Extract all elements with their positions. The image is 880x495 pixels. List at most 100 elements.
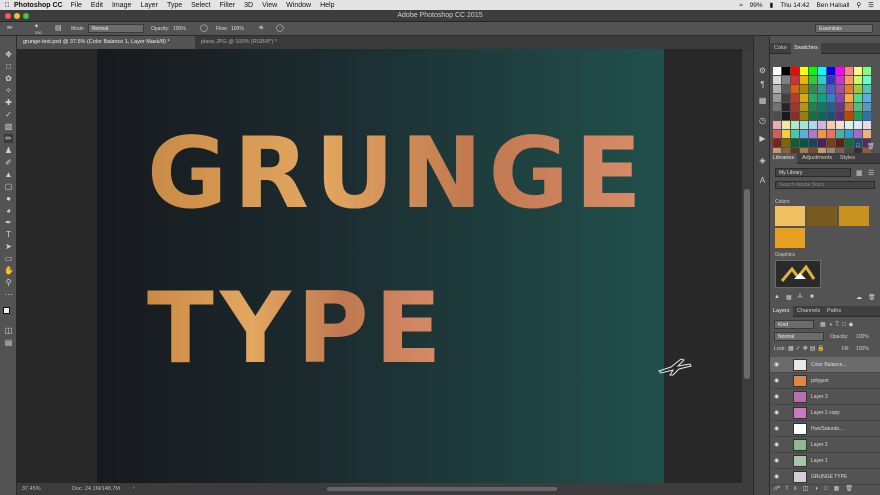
- marquee-tool-icon[interactable]: □: [4, 62, 13, 71]
- character-panel-icon[interactable]: A: [758, 176, 767, 185]
- list-view-icon[interactable]: ☰: [868, 169, 874, 177]
- swatch[interactable]: [800, 112, 808, 120]
- swatch[interactable]: [827, 139, 835, 147]
- swatch[interactable]: [773, 103, 781, 111]
- visibility-eye-icon[interactable]: ◉: [774, 441, 779, 448]
- layer-row[interactable]: ◉ GRUNGE TYPE: [770, 469, 880, 485]
- pen-tool-icon[interactable]: ✒: [4, 218, 13, 227]
- spotlight-icon[interactable]: ⚲: [856, 1, 861, 9]
- swatch[interactable]: [818, 76, 826, 84]
- menu-edit[interactable]: Edit: [91, 2, 103, 9]
- swatch[interactable]: [863, 85, 871, 93]
- swatch[interactable]: [836, 67, 844, 75]
- adjust-panel-icon[interactable]: ◈: [758, 156, 767, 165]
- menu-help[interactable]: Help: [320, 2, 334, 9]
- layers-footer-icons[interactable]: ☍fx◫◑□▦🗑: [774, 485, 859, 492]
- swatch[interactable]: [800, 67, 808, 75]
- swatch[interactable]: [818, 103, 826, 111]
- swatch[interactable]: [863, 67, 871, 75]
- swatch[interactable]: [845, 94, 853, 102]
- swatch[interactable]: [836, 139, 844, 147]
- tab-channels[interactable]: Channels: [797, 308, 820, 314]
- swatch[interactable]: [818, 130, 826, 138]
- menu-image[interactable]: Image: [112, 2, 131, 9]
- library-delete-icon[interactable]: 🗑: [868, 294, 876, 301]
- horizontal-scrollbar[interactable]: [327, 487, 557, 491]
- library-graphic[interactable]: [775, 260, 821, 288]
- layer-filter-icons[interactable]: ▦◑T□◆: [820, 321, 856, 328]
- clone-stamp-tool-icon[interactable]: ♟: [4, 146, 13, 155]
- swatch[interactable]: [845, 121, 853, 129]
- pressure-opacity-icon[interactable]: ◯: [200, 24, 208, 32]
- swatch[interactable]: [809, 76, 817, 84]
- swatch[interactable]: [863, 76, 871, 84]
- battery-icon[interactable]: ▮: [770, 1, 774, 9]
- swatch[interactable]: [854, 121, 862, 129]
- wifi-icon[interactable]: ≈: [739, 2, 743, 9]
- swatch[interactable]: [827, 130, 835, 138]
- swatch[interactable]: [863, 112, 871, 120]
- tab-color[interactable]: Color: [774, 45, 787, 51]
- swatch[interactable]: [809, 94, 817, 102]
- swatch[interactable]: [800, 76, 808, 84]
- visibility-eye-icon[interactable]: ◉: [774, 457, 779, 464]
- gradient-tool-icon[interactable]: ▢: [4, 182, 13, 191]
- brush-panel-icon[interactable]: ▤: [55, 24, 62, 32]
- brush-tool-icon[interactable]: ✏: [4, 134, 13, 143]
- properties-panel-icon[interactable]: ▦: [758, 96, 767, 105]
- quick-mask-icon[interactable]: ◫: [4, 326, 13, 335]
- foreground-color-swatch[interactable]: [3, 307, 10, 314]
- swatch[interactable]: [836, 85, 844, 93]
- swatch[interactable]: [800, 103, 808, 111]
- swatch[interactable]: [809, 85, 817, 93]
- canvas[interactable]: GRUNGE TYPE: [97, 49, 664, 483]
- visibility-eye-icon[interactable]: ◉: [774, 377, 779, 384]
- lasso-tool-icon[interactable]: ✿: [4, 74, 13, 83]
- menu-3d[interactable]: 3D: [244, 2, 253, 9]
- layer-row[interactable]: ◉ Layer 1: [770, 453, 880, 469]
- apple-icon[interactable]: : [0, 2, 14, 9]
- swatch[interactable]: [782, 76, 790, 84]
- swatch[interactable]: [827, 85, 835, 93]
- swatch[interactable]: [854, 130, 862, 138]
- path-select-tool-icon[interactable]: ➤: [4, 242, 13, 251]
- brush-tool-icon[interactable]: ✏: [7, 24, 13, 32]
- brush-preset-icon[interactable]: ✦: [34, 23, 39, 30]
- library-color-1[interactable]: [775, 206, 805, 226]
- swatch[interactable]: [845, 103, 853, 111]
- swatch[interactable]: [827, 94, 835, 102]
- layer-row[interactable]: ◉ Layer 2: [770, 437, 880, 453]
- swatch[interactable]: [854, 76, 862, 84]
- swatch[interactable]: [818, 112, 826, 120]
- clock[interactable]: Thu 14:42: [780, 2, 809, 9]
- swatch[interactable]: [827, 112, 835, 120]
- swatch[interactable]: [782, 85, 790, 93]
- tab-paths[interactable]: Paths: [827, 308, 841, 314]
- menu-file[interactable]: File: [71, 2, 82, 9]
- crop-tool-icon[interactable]: ✚: [4, 98, 13, 107]
- history-brush-tool-icon[interactable]: ✐: [4, 158, 13, 167]
- swatch[interactable]: [863, 103, 871, 111]
- lock-icons[interactable]: ▦✓✥▤🔒: [788, 345, 827, 352]
- layer-row[interactable]: ◉ polygon: [770, 373, 880, 389]
- swatch[interactable]: [836, 76, 844, 84]
- grid-view-icon[interactable]: ▦: [856, 169, 863, 177]
- swatch[interactable]: [773, 67, 781, 75]
- layer-row[interactable]: ◉ Color Balance...: [770, 357, 880, 373]
- swatch[interactable]: [827, 121, 835, 129]
- swatch[interactable]: [800, 130, 808, 138]
- library-add-icon[interactable]: ▲: [774, 294, 780, 300]
- zoom-tool-icon[interactable]: ⚲: [4, 278, 13, 287]
- swatch[interactable]: [791, 121, 799, 129]
- swatch[interactable]: [818, 94, 826, 102]
- airbrush-icon[interactable]: ☀: [258, 24, 264, 32]
- swatch[interactable]: [845, 67, 853, 75]
- swatch[interactable]: [791, 139, 799, 147]
- swatch[interactable]: [818, 67, 826, 75]
- blur-tool-icon[interactable]: ●: [4, 194, 13, 203]
- library-add-color-icon[interactable]: ■: [810, 294, 814, 300]
- tab-libraries[interactable]: Libraries: [770, 153, 798, 164]
- menu-select[interactable]: Select: [191, 2, 210, 9]
- swatch[interactable]: [773, 94, 781, 102]
- swatch[interactable]: [782, 112, 790, 120]
